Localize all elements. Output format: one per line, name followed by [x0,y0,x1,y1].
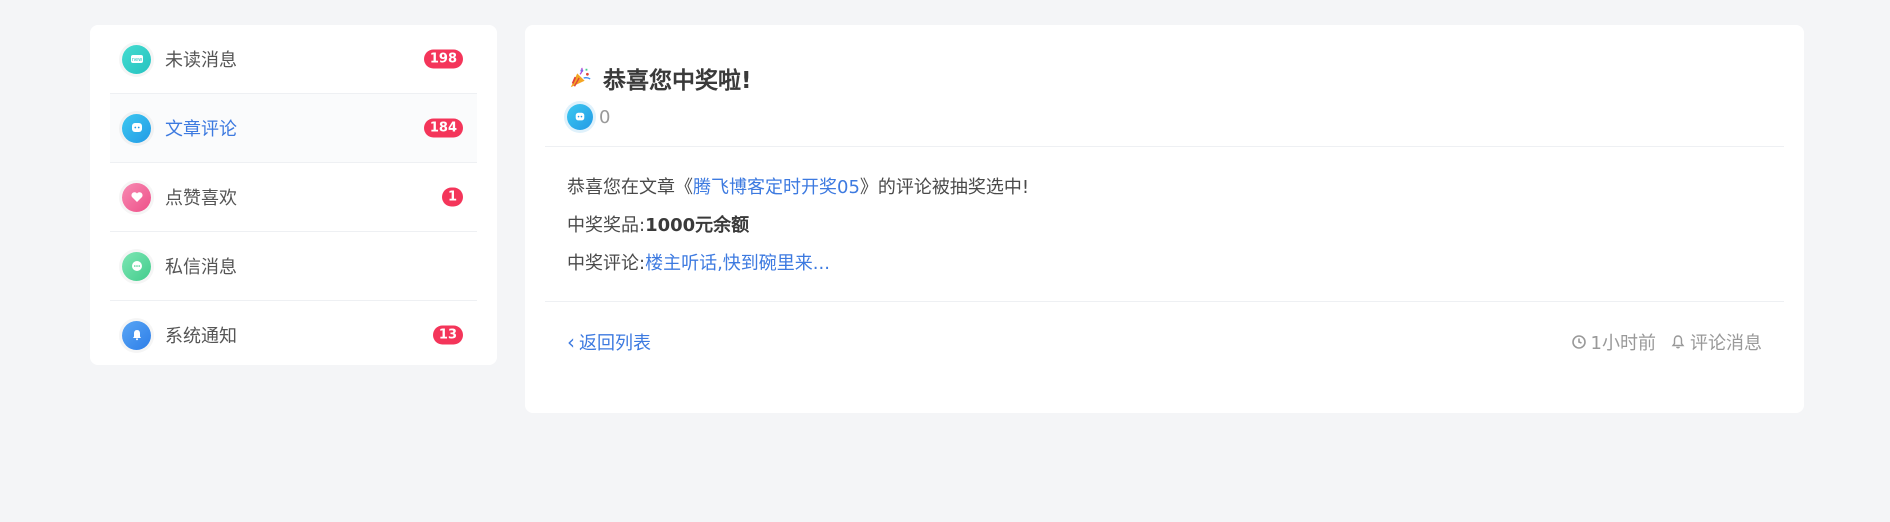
notice-line: 恭喜您在文章《腾飞博客定时开奖05》的评论被抽奖选中! [567,169,1762,207]
message-category: 评论消息 [1690,333,1762,354]
message-meta: 1小时前 评论消息 [1557,329,1762,355]
unread-count-badge: 198 [423,49,463,69]
sidebar-item-system-notice[interactable]: 系统通知 13 [110,301,477,369]
prize-value: 1000元余额 [645,215,750,236]
message-title: 恭喜您中奖啦! [603,68,752,94]
winning-comment-label: 中奖评论: [567,253,646,274]
bell-icon [1671,335,1685,349]
clock-icon [1571,335,1586,349]
chat-icon [122,251,151,281]
sidebar-item-label: 私信消息 [165,257,237,278]
prize-line: 中奖奖品:1000元余额 [567,207,1762,245]
message-icon: new [122,44,151,74]
sidebar-item-unread[interactable]: new 未读消息 198 [110,25,477,94]
sidebar-item-likes[interactable]: 点赞喜欢 1 [110,163,477,232]
svg-text:new: new [131,57,141,63]
sidebar-item-private-messages[interactable]: 私信消息 [110,232,477,301]
detail-body: 恭喜您在文章《腾飞博客定时开奖05》的评论被抽奖选中! 中奖奖品:1000元余额… [545,147,1784,302]
sidebar-item-comments[interactable]: 文章评论 184 [110,94,477,163]
notice-text-prefix: 恭喜您在文章《 [567,177,693,198]
category-meta: 评论消息 [1670,329,1762,355]
chevron-left-icon: ‹ [567,330,575,354]
detail-header: 恭喜您中奖啦! 0 [545,25,1784,147]
message-detail-card: 恭喜您中奖啦! 0 恭喜您在文章《腾飞博客定时开奖05》的评论被抽奖选中! 中奖… [525,25,1804,413]
detail-footer: ‹ 返回列表 1小时前 评论消息 [545,302,1784,382]
comment-count: 0 [599,106,611,128]
back-to-list-link[interactable]: ‹ 返回列表 [567,329,651,355]
party-popper-icon [567,65,593,91]
message-sidebar: new 未读消息 198 文章评论 184 点赞喜欢 1 私信消息 系统通知 1… [90,25,497,365]
comment-count-badge: 184 [423,118,463,138]
notice-text-suffix: 》的评论被抽奖选中! [859,177,1030,198]
article-link[interactable]: 腾飞博客定时开奖05 [693,177,860,198]
sidebar-item-label: 点赞喜欢 [165,188,237,209]
prize-label: 中奖奖品: [567,215,646,236]
sidebar-item-label: 文章评论 [165,119,237,140]
back-to-list-label: 返回列表 [579,333,651,354]
heart-icon [122,182,151,212]
like-count-badge: 1 [441,187,463,207]
sidebar-item-label: 系统通知 [165,326,237,347]
winning-comment-line: 中奖评论:楼主听话,快到碗里来... [567,245,1762,283]
message-time: 1小时前 [1590,333,1656,354]
bell-icon [122,320,151,350]
comment-icon [122,113,151,143]
notice-count-badge: 13 [432,325,463,345]
time-meta: 1小时前 [1571,329,1656,355]
comment-icon [567,104,593,130]
sidebar-item-label: 未读消息 [165,50,237,71]
winning-comment-link[interactable]: 楼主听话,快到碗里来... [645,253,830,274]
